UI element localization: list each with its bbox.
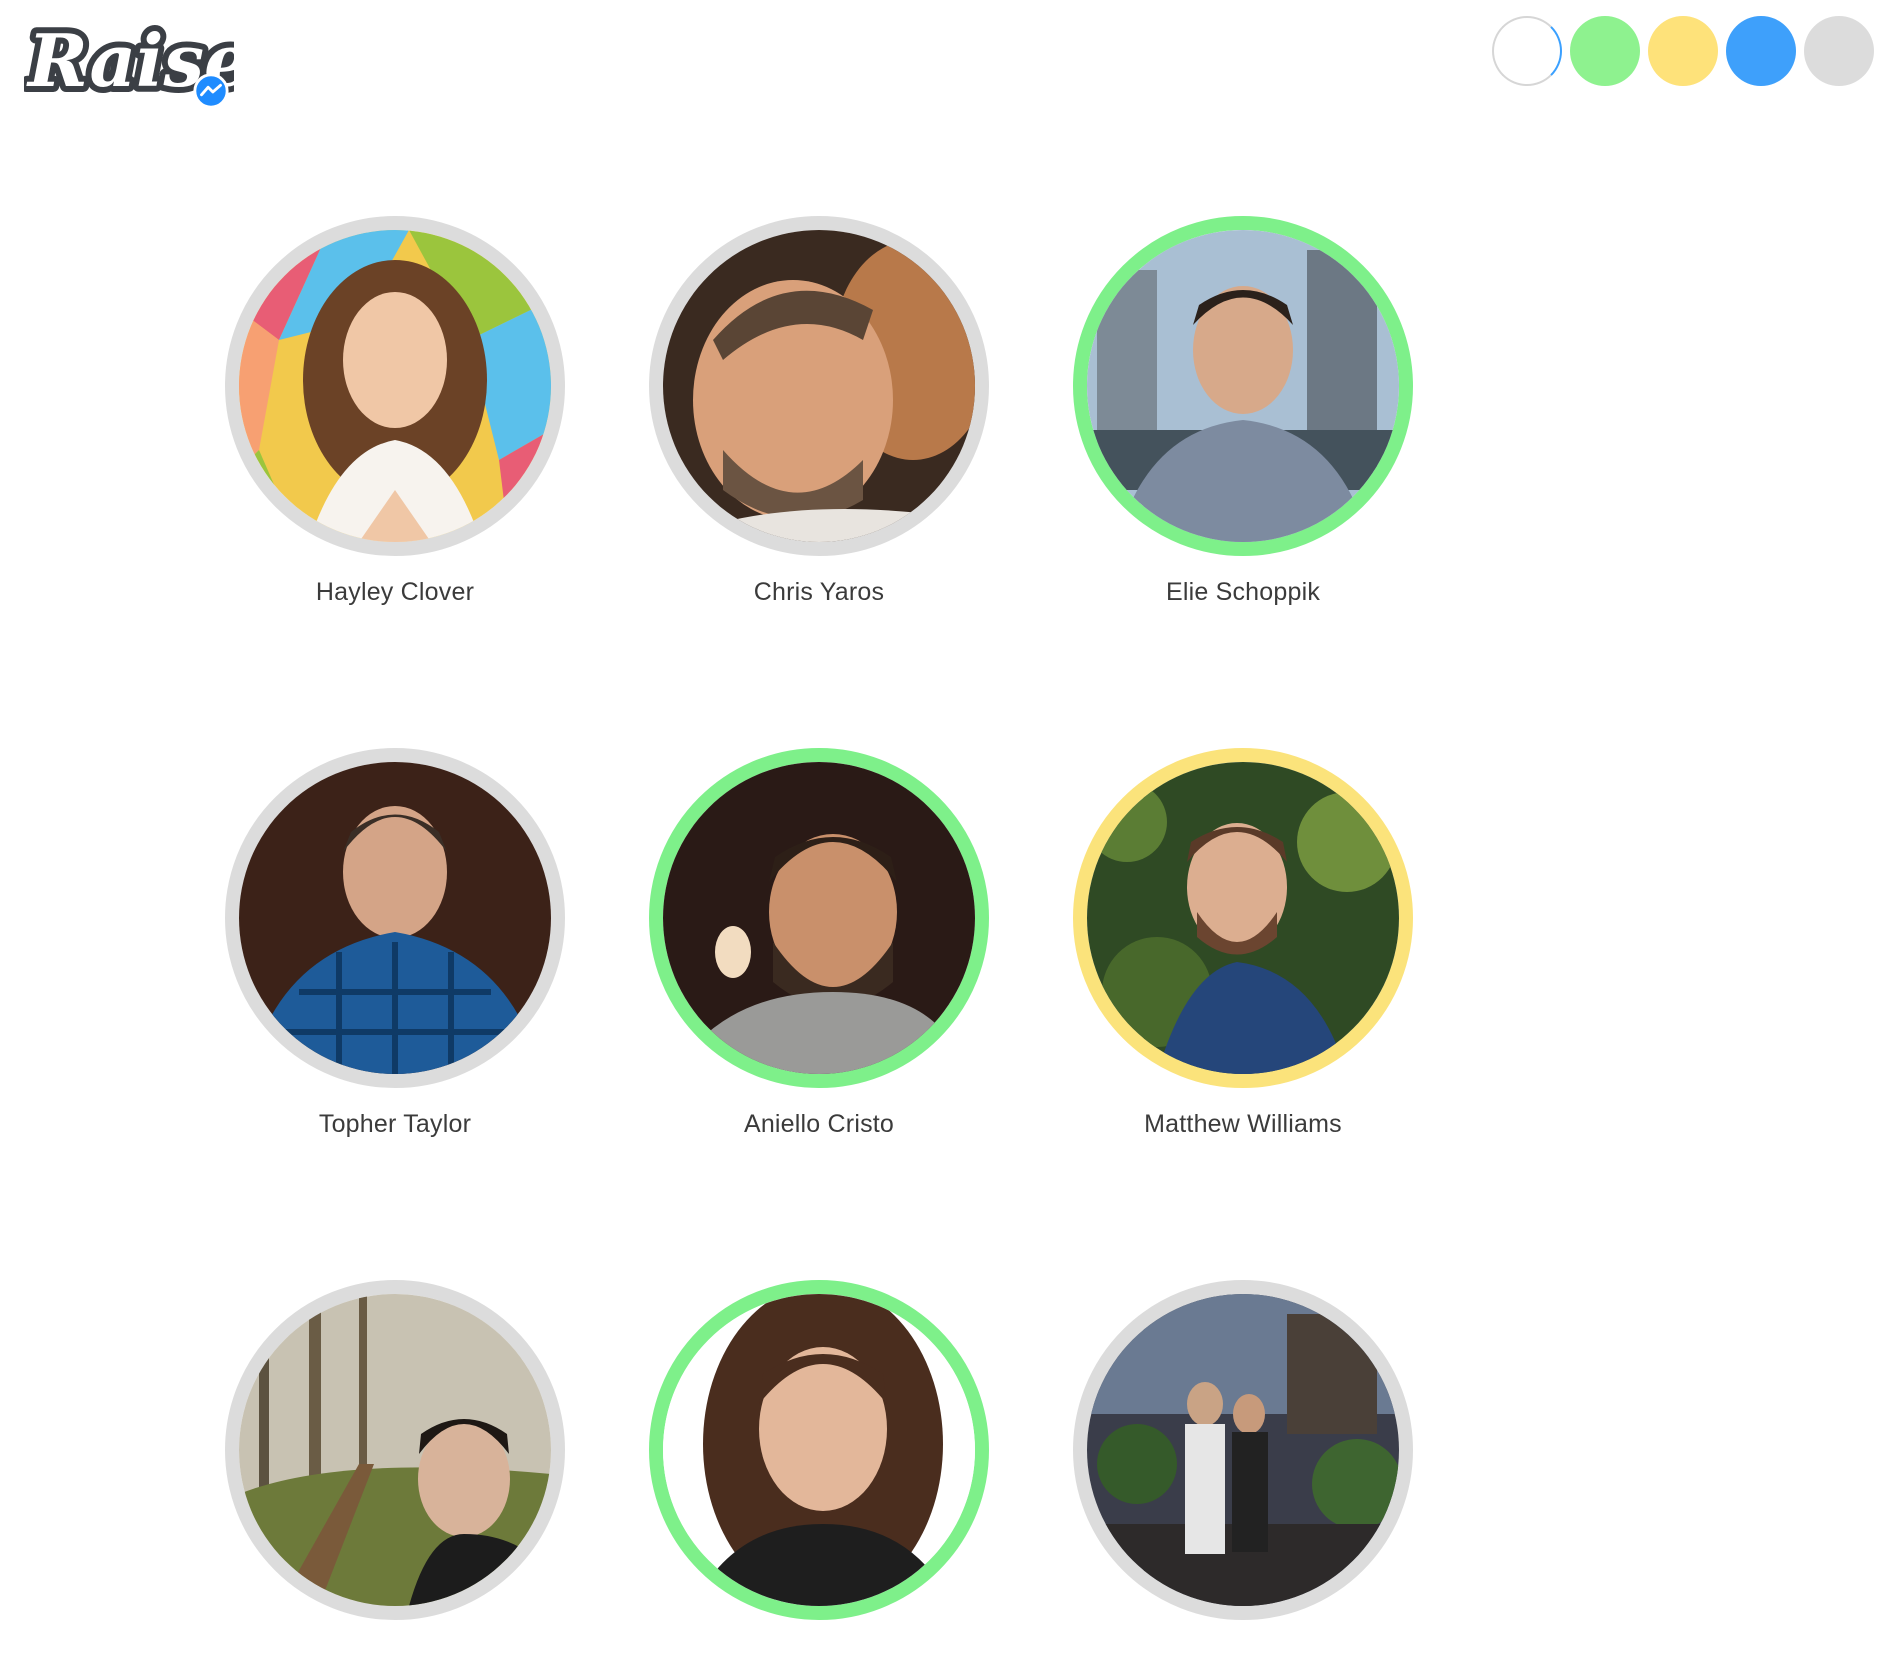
person-name: Chris Yaros xyxy=(753,578,885,606)
avatar-photo xyxy=(239,1294,551,1606)
filter-blue[interactable] xyxy=(1726,16,1796,86)
person-card[interactable] xyxy=(225,1280,565,1672)
avatar-ring xyxy=(1073,748,1413,1088)
filter-gray[interactable] xyxy=(1804,16,1874,86)
avatar-photo xyxy=(1087,1294,1399,1606)
avatar-photo xyxy=(663,230,975,542)
avatar-ring xyxy=(1073,1280,1413,1620)
avatar-photo xyxy=(663,762,975,1074)
avatar-photo xyxy=(663,1294,975,1606)
avatar-ring xyxy=(649,748,989,1088)
avatar-ring xyxy=(225,216,565,556)
person-name: Matthew Williams xyxy=(1144,1110,1342,1138)
person-name: Topher Taylor xyxy=(318,1110,472,1138)
person-name: Hayley Clover xyxy=(315,578,475,606)
person-card[interactable]: Chris Yaros xyxy=(649,216,989,608)
avatar-ring xyxy=(225,748,565,1088)
person-card[interactable]: Aniello Cristo xyxy=(649,748,989,1140)
person-name: Aniello Cristo xyxy=(743,1110,895,1138)
person-card[interactable]: Matthew Williams xyxy=(1073,748,1413,1140)
messenger-icon xyxy=(193,73,229,109)
ring-color-filters xyxy=(1492,16,1874,86)
filter-yellow[interactable] xyxy=(1648,16,1718,86)
avatar-photo xyxy=(239,762,551,1074)
avatar-ring xyxy=(225,1280,565,1620)
filter-green[interactable] xyxy=(1570,16,1640,86)
person-name: Elie Schoppik xyxy=(1165,578,1321,606)
person-card[interactable] xyxy=(1073,1280,1413,1672)
person-card[interactable]: Topher Taylor xyxy=(225,748,565,1140)
avatar-photo xyxy=(239,230,551,542)
avatar-ring xyxy=(649,216,989,556)
avatar-photo xyxy=(1087,762,1399,1074)
raise-logo[interactable]: Raise Raise xyxy=(24,14,234,114)
person-card[interactable]: Elie Schoppik xyxy=(1073,216,1413,608)
people-grid: Hayley Clover Chris Yaros Elie Schoppik … xyxy=(0,216,1768,1672)
person-card[interactable] xyxy=(649,1280,989,1672)
avatar-ring xyxy=(1073,216,1413,556)
avatar-photo xyxy=(1087,230,1399,542)
person-card[interactable]: Hayley Clover xyxy=(225,216,565,608)
avatar-ring xyxy=(649,1280,989,1620)
filter-all[interactable] xyxy=(1492,16,1562,86)
